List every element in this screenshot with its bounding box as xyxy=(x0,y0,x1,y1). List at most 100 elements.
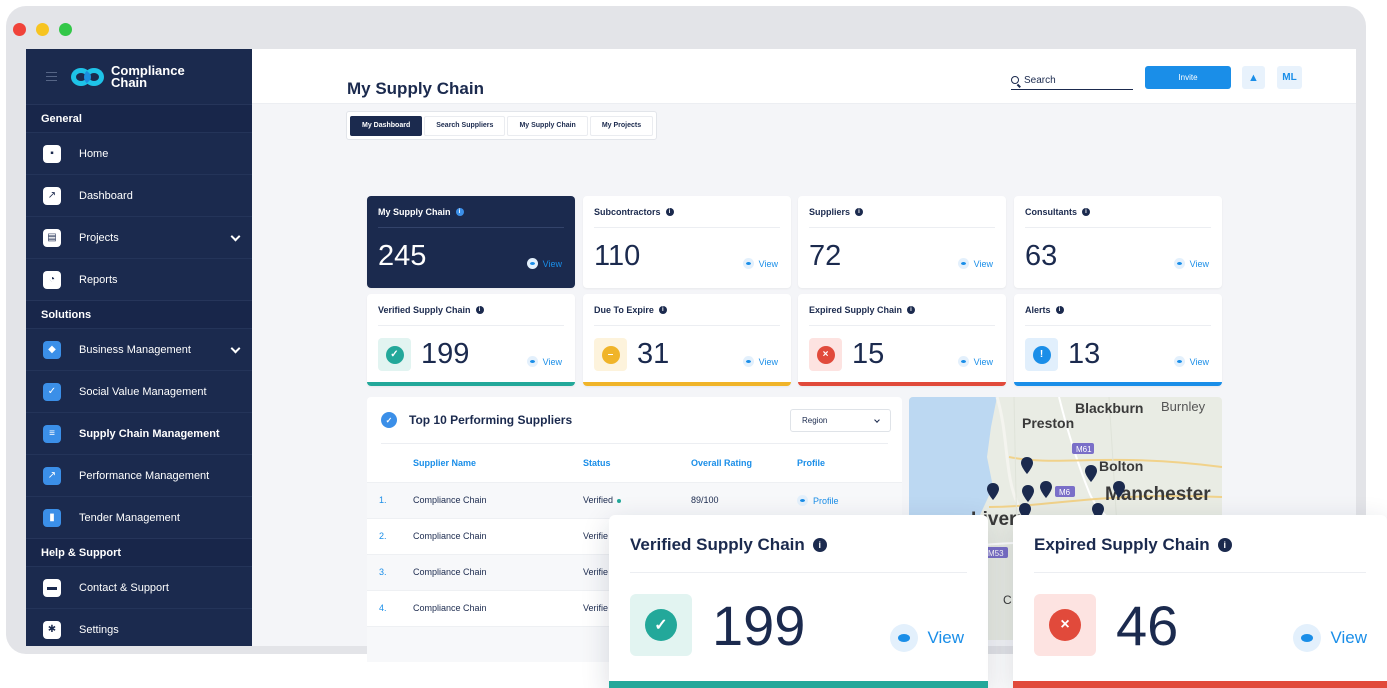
sidebar-item-projects[interactable]: ▤ Projects xyxy=(26,216,252,258)
doc-icon: ▮ xyxy=(43,508,61,527)
info-icon[interactable]: i xyxy=(907,306,916,314)
view-link[interactable]: View xyxy=(526,258,562,269)
x-circle-icon: × xyxy=(816,345,835,364)
info-icon[interactable]: i xyxy=(475,306,484,314)
info-icon[interactable]: i xyxy=(658,306,667,314)
eye-icon xyxy=(526,356,538,367)
card-value: 13 xyxy=(1068,338,1101,370)
card-value: 63 xyxy=(1025,240,1058,272)
avatar[interactable]: ML xyxy=(1277,66,1302,89)
check-circle-icon: ✓ xyxy=(385,345,404,364)
sidebar-item-reports[interactable]: ◔ Reports xyxy=(26,258,252,300)
view-link[interactable]: View xyxy=(1173,356,1209,367)
tab-search-suppliers[interactable]: Search Suppliers xyxy=(424,115,506,136)
sidebar-item-performance[interactable]: ↗ Performance Management xyxy=(26,454,252,496)
pie-icon: ◔ xyxy=(43,270,61,289)
card-alerts: Alerts i ! 13 View xyxy=(1014,294,1222,386)
tab-bar: My Dashboard Search Suppliers My Supply … xyxy=(346,111,658,140)
view-link[interactable]: View xyxy=(957,258,993,269)
card-value: 199 xyxy=(712,594,806,657)
maximize-dot-icon[interactable] xyxy=(59,23,72,36)
sidebar-item-business-management[interactable]: ◆ Business Management xyxy=(26,328,252,370)
check-badge-icon: ✓ xyxy=(381,412,397,428)
column-header[interactable]: Overall Rating xyxy=(691,458,752,468)
shield-icon: ◆ xyxy=(43,340,61,359)
sidebar-item-label: Settings xyxy=(79,623,119,636)
info-icon[interactable]: i xyxy=(455,208,464,216)
info-icon[interactable]: i xyxy=(855,208,864,216)
view-link[interactable]: View xyxy=(742,258,778,269)
svg-text:C: C xyxy=(1003,593,1012,607)
map-pin-icon xyxy=(987,483,999,500)
view-link[interactable]: View xyxy=(890,624,964,652)
column-header[interactable]: Supplier Name xyxy=(413,458,476,468)
sidebar-item-label: Supply Chain Management xyxy=(79,427,220,440)
eye-icon xyxy=(742,258,754,269)
sidebar-item-social-value[interactable]: ✓ Social Value Management xyxy=(26,370,252,412)
profile-link[interactable]: Profile xyxy=(797,495,839,506)
sidebar-item-tender[interactable]: ▮ Tender Management xyxy=(26,496,252,538)
view-link[interactable]: View xyxy=(1293,624,1367,652)
card-value: 15 xyxy=(852,338,885,370)
arrow-icon: ↗ xyxy=(43,466,61,485)
card-consultants: Consultants i 63 View xyxy=(1014,196,1222,288)
view-link[interactable]: View xyxy=(957,356,993,367)
large-card-expired: Expired Supply Chain i × 46 View xyxy=(1013,515,1387,688)
sidebar-item-settings[interactable]: ✱ Settings xyxy=(26,608,252,646)
info-icon[interactable]: i xyxy=(812,538,827,552)
card-expired: Expired Supply Chain i × 15 View xyxy=(798,294,1006,386)
eye-icon xyxy=(1173,356,1185,367)
bell-icon[interactable]: ▲ xyxy=(1242,66,1265,89)
list-icon: ≡ xyxy=(43,424,61,443)
tab-my-projects[interactable]: My Projects xyxy=(589,115,654,136)
logo-icon xyxy=(71,67,105,87)
tab-my-dashboard[interactable]: My Dashboard xyxy=(350,115,423,136)
section-help: Help & Support xyxy=(26,538,252,566)
eye-icon xyxy=(957,356,969,367)
grid-icon: ▪ xyxy=(43,144,61,163)
view-link[interactable]: View xyxy=(742,356,778,367)
card-value: 245 xyxy=(378,240,427,272)
menu-icon[interactable] xyxy=(46,72,57,81)
sidebar-item-home[interactable]: ▪ Home xyxy=(26,132,252,174)
sidebar-item-label: Performance Management xyxy=(79,469,210,482)
chevron-down-icon[interactable] xyxy=(230,231,241,242)
large-card-verified: Verified Supply Chain i ✓ 199 View xyxy=(609,515,988,688)
column-header[interactable]: Status xyxy=(583,458,611,468)
card-verified: Verified Supply Chain i ✓ 199 View xyxy=(367,294,575,386)
sidebar: Compliance Chain General ▪ Home ↗ Dashbo… xyxy=(26,49,252,646)
view-link[interactable]: View xyxy=(526,356,562,367)
eye-icon xyxy=(1173,258,1185,269)
region-select[interactable]: Region xyxy=(790,409,891,432)
card-value: 31 xyxy=(637,338,670,370)
chevron-down-icon[interactable] xyxy=(230,343,241,354)
eye-icon xyxy=(1293,624,1322,652)
card-value: 46 xyxy=(1116,594,1179,657)
info-icon[interactable]: i xyxy=(1082,208,1091,216)
invite-button[interactable]: Invite xyxy=(1145,66,1231,89)
sidebar-item-supply-chain[interactable]: ≡ Supply Chain Management xyxy=(26,412,252,454)
check-circle-icon: ✓ xyxy=(645,609,677,641)
info-icon[interactable]: i xyxy=(1055,306,1064,314)
page-title: My Supply Chain xyxy=(347,79,484,98)
chevron-down-icon xyxy=(874,417,880,423)
map-pin-icon xyxy=(1021,457,1033,474)
card-my-supply-chain: My Supply Chain i 245 View xyxy=(367,196,575,288)
info-icon[interactable]: i xyxy=(1217,538,1232,552)
sidebar-item-dashboard[interactable]: ↗ Dashboard xyxy=(26,174,252,216)
view-link[interactable]: View xyxy=(1173,258,1209,269)
column-header[interactable]: Profile xyxy=(797,458,825,468)
info-icon[interactable]: i xyxy=(665,208,674,216)
tab-my-supply-chain[interactable]: My Supply Chain xyxy=(507,115,588,136)
sidebar-item-contact[interactable]: ▬ Contact & Support xyxy=(26,566,252,608)
table-row[interactable]: 1. Compliance Chain Verified 89/100 Prof… xyxy=(367,482,902,518)
svg-text:M53: M53 xyxy=(988,549,1004,558)
window-controls xyxy=(13,23,72,36)
sidebar-item-label: Projects xyxy=(79,231,119,244)
search-input[interactable]: Search xyxy=(1011,71,1133,90)
minimize-dot-icon[interactable] xyxy=(36,23,49,36)
gear-icon: ✱ xyxy=(43,620,61,639)
eye-icon xyxy=(742,356,754,367)
close-dot-icon[interactable] xyxy=(13,23,26,36)
map-pin-icon xyxy=(1040,481,1052,498)
